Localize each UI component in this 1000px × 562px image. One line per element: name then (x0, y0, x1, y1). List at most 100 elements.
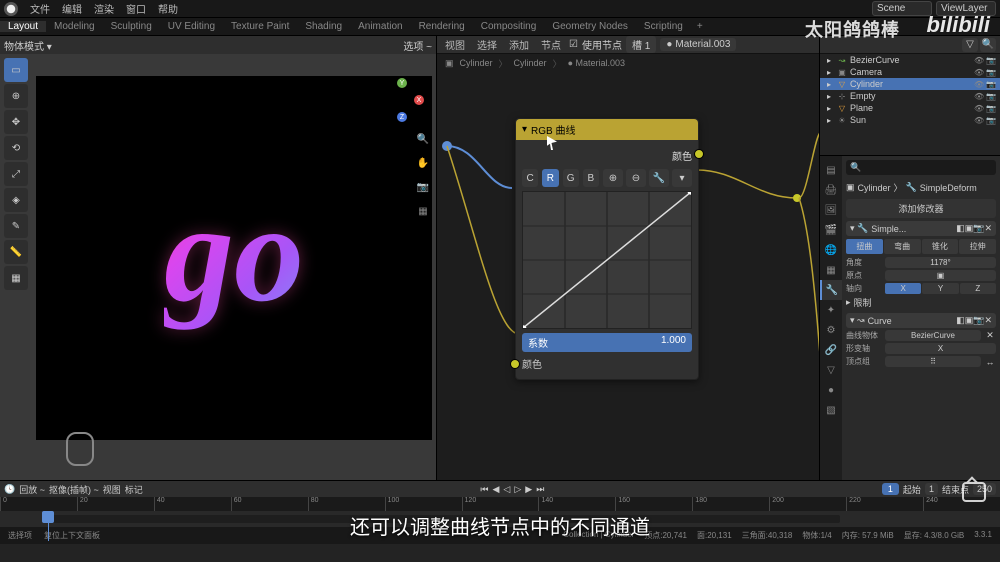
tl-icon[interactable]: 🕓 (4, 484, 15, 495)
deform-taper[interactable]: 锥化 (922, 239, 959, 254)
deform-bend[interactable]: 弯曲 (884, 239, 921, 254)
menu-edit[interactable]: 编辑 (56, 1, 88, 16)
node-select[interactable]: 选择 (473, 37, 501, 52)
tl-prev-key[interactable]: ◀ (493, 484, 500, 495)
tl-next-key[interactable]: ▶ (525, 484, 532, 495)
tl-jump-start[interactable]: ⏮ (480, 484, 488, 495)
tool-annotate[interactable]: ✎ (4, 214, 28, 238)
ptab-render[interactable]: ▤ (820, 160, 842, 180)
ptab-material[interactable]: ● (820, 380, 842, 400)
tl-jump-end[interactable]: ⏭ (536, 484, 544, 495)
outliner-item[interactable]: ▸▽Plane👁📷 (820, 102, 1000, 114)
tab-rendering[interactable]: Rendering (411, 21, 473, 32)
tl-keying[interactable]: 抠像(插帧) ~ (49, 483, 99, 496)
bc-mat[interactable]: ● Material.003 (568, 58, 625, 68)
ptab-texture[interactable]: ▧ (820, 400, 842, 420)
ptab-modifier[interactable]: 🔧 (820, 280, 842, 300)
channel-r[interactable]: R (542, 169, 558, 187)
slot-dropdown[interactable]: 槽 1 (626, 36, 656, 53)
mode-dropdown[interactable]: 物体模式 ▾ (4, 38, 52, 53)
mod-simpledeform-hdr[interactable]: ▾ 🔧 Simple... ◧▣📷✕ (846, 221, 996, 236)
deform-axis-field[interactable]: X (885, 343, 996, 354)
ptab-output[interactable]: 🖨 (820, 180, 842, 200)
ptab-data[interactable]: ▽ (820, 360, 842, 380)
tool-cursor[interactable]: ⊕ (4, 84, 28, 108)
tab-geonodes[interactable]: Geometry Nodes (544, 21, 636, 32)
menu-render[interactable]: 渲染 (88, 1, 120, 16)
menu-file[interactable]: 文件 (24, 1, 56, 16)
outliner-item[interactable]: ▸☀Sun👁📷 (820, 114, 1000, 126)
pan-icon[interactable]: ✋ (414, 154, 432, 172)
tab-compositing[interactable]: Compositing (473, 21, 545, 32)
zoom-out-icon[interactable]: ⊖ (626, 169, 646, 187)
tab-scripting[interactable]: Scripting (636, 21, 691, 32)
pbc-mod[interactable]: SimpleDeform (920, 183, 977, 193)
tl-marker[interactable]: 标记 (125, 483, 143, 496)
node-canvas[interactable]: ▾ RGB 曲线 颜色 C R G B ⊕ ⊖ 🔧 ▾ (437, 72, 819, 480)
nav-gizmo[interactable]: XYZ (380, 78, 424, 122)
node-header[interactable]: ▾ RGB 曲线 (516, 119, 698, 140)
tl-play[interactable]: ▷ (514, 484, 521, 495)
pbc-obj[interactable]: Cylinder (858, 183, 891, 193)
tab-animation[interactable]: Animation (350, 21, 410, 32)
axis-y[interactable]: Y (922, 283, 958, 294)
curve-obj-field[interactable]: BezierCurve (885, 330, 981, 341)
channel-b[interactable]: B (583, 169, 599, 187)
tab-uv[interactable]: UV Editing (160, 21, 223, 32)
origin-field[interactable]: ▣ (885, 270, 996, 281)
tl-playback[interactable]: 回放 ~ (19, 483, 45, 496)
ptab-physics[interactable]: ⚙ (820, 320, 842, 340)
tab-layout[interactable]: Layout (0, 21, 46, 32)
add-modifier-btn[interactable]: 添加修改器 (846, 199, 996, 218)
prop-search[interactable]: 🔍 (846, 160, 996, 175)
tool-scale[interactable]: ⤢ (4, 162, 28, 186)
tools-icon[interactable]: 🔧 (649, 169, 669, 187)
vg-field[interactable]: ⠿ (885, 356, 981, 367)
tl-view[interactable]: 视图 (103, 483, 121, 496)
channel-g[interactable]: G (563, 169, 579, 187)
timeline-track[interactable] (0, 511, 1000, 527)
angle-field[interactable]: 1178° (885, 257, 996, 268)
tool-add[interactable]: ▦ (4, 266, 28, 290)
axis-x[interactable]: X (885, 283, 921, 294)
tab-sculpting[interactable]: Sculpting (103, 21, 160, 32)
start-frame[interactable]: 1 (925, 483, 938, 495)
node-view[interactable]: 视图 (441, 37, 469, 52)
tool-select[interactable]: ▭ (4, 58, 28, 82)
node-add[interactable]: 添加 (505, 37, 533, 52)
channel-c[interactable]: C (522, 169, 538, 187)
viewport-canvas[interactable]: ▭ ⊕ ✥ ⟲ ⤢ ◈ ✎ 📏 ▦ go XYZ 🔍 ✋ 📷 ▦ (0, 54, 436, 480)
mod-curve-hdr[interactable]: ▾ ↝ Curve ◧▣📷✕ (846, 313, 996, 328)
options-dropdown[interactable]: 选项 ~ (403, 38, 432, 53)
material-dropdown[interactable]: ● Material.003 (660, 38, 736, 51)
bc-mesh[interactable]: Cylinder (514, 58, 547, 68)
tool-measure[interactable]: 📏 (4, 240, 28, 264)
camera-icon[interactable]: 📷 (414, 178, 432, 196)
node-node[interactable]: 节点 (537, 37, 565, 52)
ptab-constraint[interactable]: 🔗 (820, 340, 842, 360)
ptab-world[interactable]: 🌐 (820, 240, 842, 260)
deform-stretch[interactable]: 拉伸 (959, 239, 996, 254)
tl-play-rev[interactable]: ◁ (503, 484, 510, 495)
outliner-item[interactable]: ▸⊹Empty👁📷 (820, 90, 1000, 102)
filter-icon[interactable]: ▽ (962, 38, 978, 52)
tool-rotate[interactable]: ⟲ (4, 136, 28, 160)
tab-texpaint[interactable]: Texture Paint (223, 21, 297, 32)
zoom-icon[interactable]: 🔍 (414, 130, 432, 148)
limit-expand[interactable]: ▸ 限制 (846, 296, 996, 309)
dropdown-icon[interactable]: ▾ (672, 169, 692, 187)
outliner-item[interactable]: ▸▽Cylinder👁📷 (820, 78, 1000, 90)
ptab-particle[interactable]: ✦ (820, 300, 842, 320)
zoom-in-icon[interactable]: ⊕ (603, 169, 623, 187)
axis-z[interactable]: Z (960, 283, 996, 294)
tool-move[interactable]: ✥ (4, 110, 28, 134)
ptab-view[interactable]: 🖼 (820, 200, 842, 220)
use-nodes-check[interactable]: ☑ (569, 39, 578, 50)
tab-add[interactable]: + (691, 21, 709, 32)
persp-icon[interactable]: ▦ (414, 202, 432, 220)
socket-out-color[interactable]: 颜色 (522, 146, 692, 165)
bc-obj[interactable]: Cylinder (460, 58, 493, 68)
menu-window[interactable]: 窗口 (120, 1, 152, 16)
menu-help[interactable]: 帮助 (152, 1, 184, 16)
collapse-icon[interactable]: ▾ (522, 124, 527, 135)
